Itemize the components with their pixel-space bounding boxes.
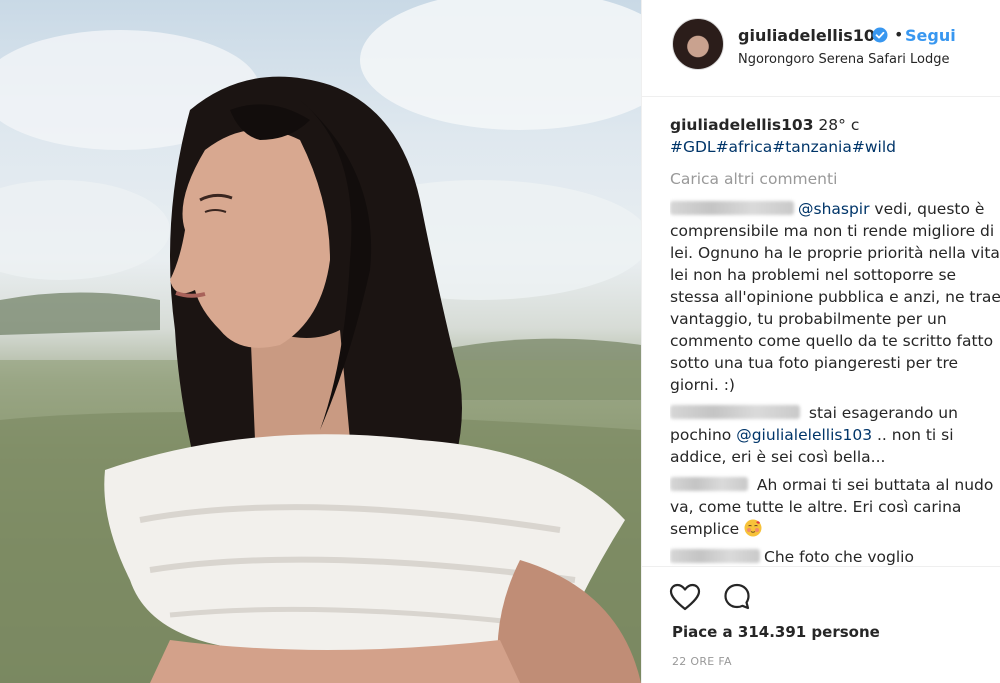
post-header: giuliadelellis103 • Segui Ngorongoro Ser… xyxy=(642,0,1000,97)
post-actions: Piace a 314.391 persone 22 ORE FA xyxy=(642,566,1000,683)
comment-username-blurred[interactable] xyxy=(670,405,800,419)
caption-text: 28° c xyxy=(818,116,860,134)
comments-section: giuliadelellis103 28° c #GDL#africa#tanz… xyxy=(670,114,1000,566)
location-link[interactable]: Ngorongoro Serena Safari Lodge xyxy=(738,52,950,67)
avatar[interactable] xyxy=(672,18,724,70)
verified-badge-icon xyxy=(872,27,888,43)
photo-illustration xyxy=(0,0,641,683)
post-timestamp[interactable]: 22 ORE FA xyxy=(672,655,732,668)
comment-mention[interactable]: @giulialelellis103 xyxy=(736,426,872,444)
comment-icon[interactable] xyxy=(722,582,752,612)
comment-item: Che foto che voglio xyxy=(670,546,1000,566)
comment-username-blurred[interactable] xyxy=(670,549,760,563)
follow-button[interactable]: Segui xyxy=(905,26,956,45)
caption: giuliadelellis103 28° c #GDL#africa#tanz… xyxy=(670,114,1000,158)
load-more-comments-button[interactable]: Carica altri commenti xyxy=(670,168,1000,190)
heart-icon[interactable] xyxy=(669,583,701,611)
comment-username-blurred[interactable] xyxy=(670,477,748,491)
likes-count[interactable]: Piace a 314.391 persone xyxy=(672,623,880,641)
blushing-emoji-icon xyxy=(744,519,762,537)
comment-text: Che foto che voglio xyxy=(764,548,914,566)
caption-username[interactable]: giuliadelellis103 xyxy=(670,116,813,134)
comment-text: vedi, questo è comprensibile ma non ti r… xyxy=(670,200,1000,394)
comment-item: @shaspir vedi, questo è comprensibile ma… xyxy=(670,198,1000,396)
comment-username-blurred[interactable] xyxy=(670,201,794,215)
header-username[interactable]: giuliadelellis103 xyxy=(738,26,886,45)
caption-hashtags[interactable]: #GDL#africa#tanzania#wild xyxy=(670,138,896,156)
comment-item: Ah ormai ti sei buttata al nudo va, come… xyxy=(670,474,1000,540)
comment-item: stai esagerando un pochino @giulialelell… xyxy=(670,402,1000,468)
post-photo[interactable] xyxy=(0,0,641,683)
comment-mention[interactable]: @shaspir xyxy=(798,200,870,218)
header-separator: • xyxy=(894,25,904,44)
post-side-panel: giuliadelellis103 • Segui Ngorongoro Ser… xyxy=(641,0,1000,683)
